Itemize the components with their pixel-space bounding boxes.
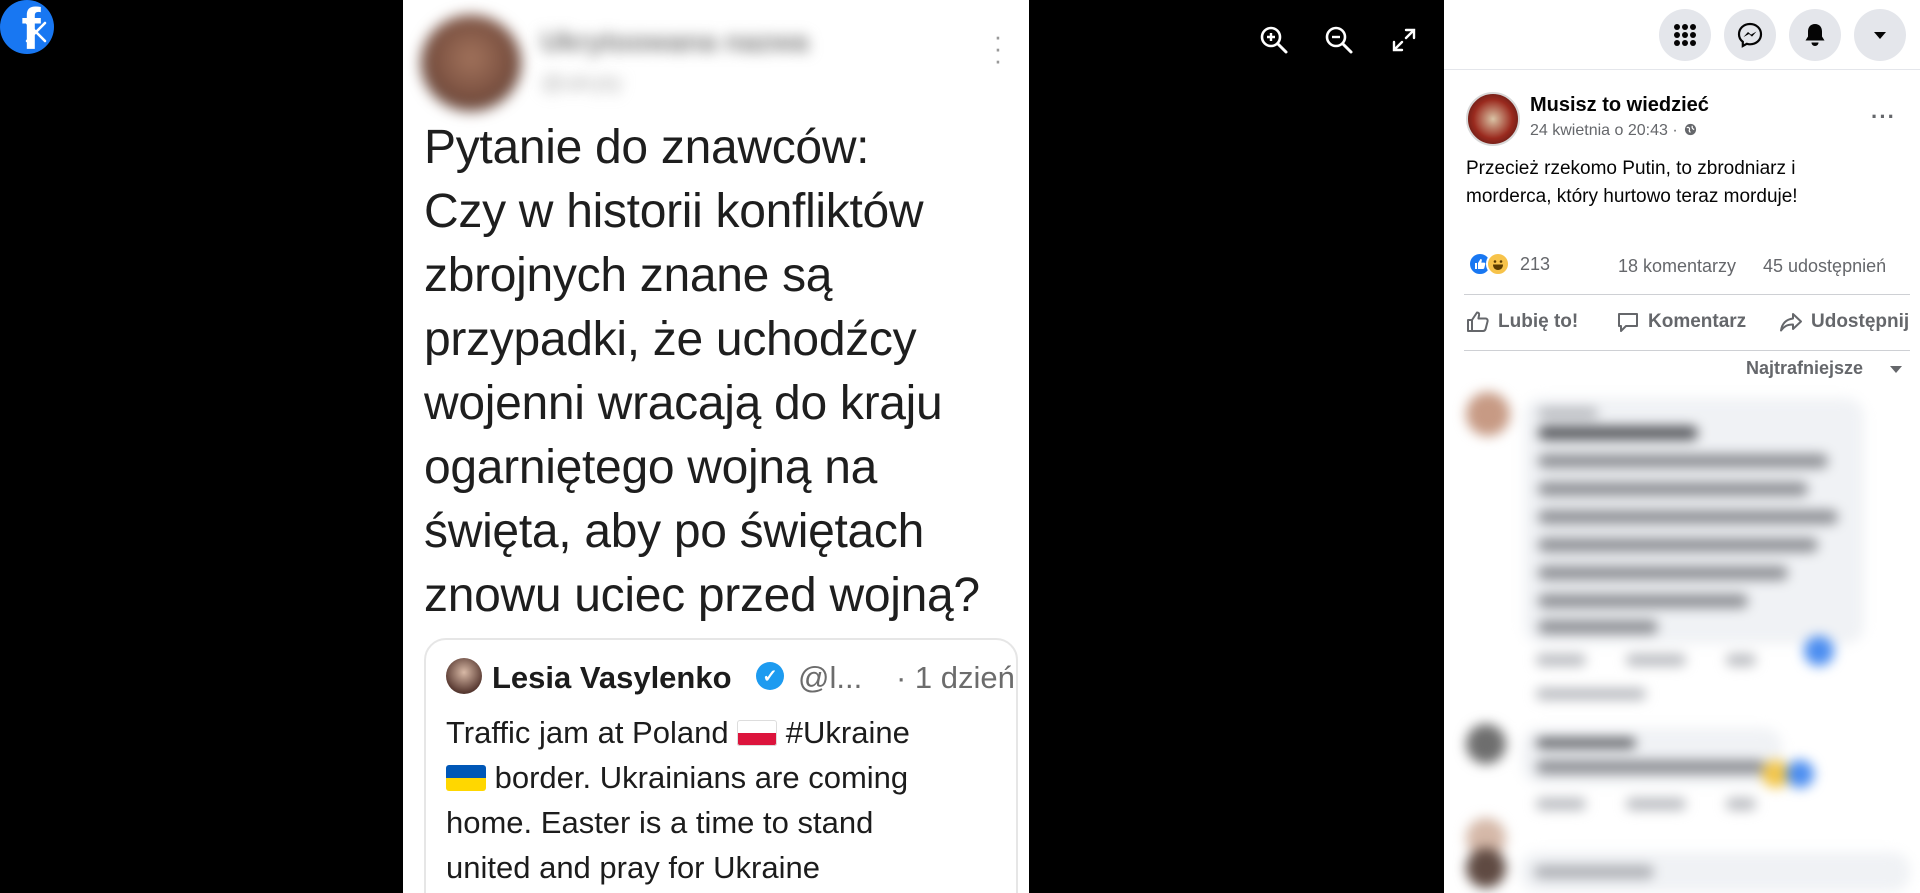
tweet-author-avatar — [421, 15, 521, 111]
comment-meta[interactable] — [1536, 798, 1586, 810]
comment-reaction-icon — [1786, 760, 1814, 788]
menu-grid-icon — [1674, 24, 1696, 46]
tweet-text-line: wojenni wracają do kraju — [424, 377, 943, 430]
notifications-bell-icon — [1805, 24, 1825, 46]
notifications-button[interactable] — [1789, 9, 1841, 61]
post-image: Ukrytoowana nazwa @ukryty · · · Pytanie do… — [403, 0, 1029, 893]
divider — [1464, 294, 1910, 295]
quoted-text-line: border. Ukrainians are coming — [486, 760, 909, 795]
account-menu-button[interactable] — [1854, 9, 1906, 61]
comment-input[interactable] — [1520, 852, 1910, 892]
comment-label: Komentarz — [1648, 311, 1747, 332]
quoted-author-handle: @l... — [798, 660, 863, 695]
comment-meta[interactable] — [1536, 654, 1586, 666]
tweet-text-line: ogarniętego wojną na — [424, 441, 878, 494]
comment-bubble — [1522, 728, 1782, 784]
comment-bubble — [1524, 398, 1864, 644]
comment-reaction-icon — [1804, 636, 1834, 666]
account-dropdown-icon — [1874, 32, 1886, 39]
post-options-icon[interactable]: ··· — [1871, 104, 1896, 130]
post-timestamp[interactable]: 24 kwietnia o 20:43 · — [1530, 122, 1678, 139]
post-text: Przecież rzekomo Putin, to zbrodniarz i … — [1466, 158, 1798, 207]
comment-meta[interactable] — [1726, 654, 1756, 666]
tweet-text-line: Czy w historii konfliktów — [424, 185, 924, 238]
tweet-text-line: zbrojnych znane są — [424, 249, 833, 302]
quoted-text-line: Traffic jam at Poland — [446, 715, 738, 750]
tweet-author-handle-blurred: @ukryty — [541, 70, 623, 95]
messenger-button[interactable] — [1724, 9, 1776, 61]
thumbs-up-icon — [1467, 311, 1489, 332]
ukraine-flag-icon — [446, 765, 486, 791]
menu-button[interactable] — [1659, 9, 1711, 61]
zoom-in-icon — [1260, 26, 1288, 54]
tweet-text-line: święta, aby po świętach — [424, 505, 925, 558]
reactions-count[interactable]: 213 — [1520, 254, 1550, 275]
quoted-text-line: home. Easter is a time to stand — [446, 805, 874, 840]
quoted-author-avatar — [446, 658, 482, 694]
tweet-more-icon: · · · — [993, 21, 1003, 75]
photo-viewer: f Ukrytoowana nazwa @ukryty · · · Pytanie … — [0, 0, 1444, 893]
comment-sort-dropdown[interactable]: Najtrafniejsze — [1746, 358, 1863, 379]
tweet-text: Pytanie do znawców: Czy w historii konfl… — [424, 116, 1024, 628]
messenger-icon — [1737, 22, 1763, 48]
zoom-in-button[interactable] — [1254, 20, 1294, 60]
comment-avatar[interactable] — [1466, 848, 1506, 888]
comment-icon — [1618, 313, 1638, 332]
share-button[interactable]: Udostępnij — [1779, 310, 1909, 334]
tweet-text-line: znowu uciec przed wojną? — [424, 569, 980, 622]
tweet-text-line: Pytanie do znawców: — [424, 121, 870, 174]
page-avatar[interactable] — [1466, 92, 1520, 146]
fullscreen-button[interactable] — [1384, 20, 1424, 60]
share-label: Udostępnij — [1811, 311, 1910, 332]
haha-reaction-icon — [1486, 252, 1510, 276]
shares-count[interactable]: 45 udostępnień — [1763, 256, 1886, 277]
comment-meta[interactable] — [1626, 654, 1686, 666]
fullscreen-icon — [1392, 28, 1416, 52]
post-author-name[interactable]: Musisz to wiedzieć — [1530, 94, 1709, 117]
quoted-text-line: united and pray for Ukraine — [446, 850, 820, 885]
comment-meta[interactable] — [1536, 688, 1646, 700]
comment-meta[interactable] — [1726, 798, 1756, 810]
like-label: Lubię to! — [1498, 311, 1579, 332]
top-header — [1444, 0, 1920, 70]
comment-button[interactable]: Komentarz — [1616, 310, 1746, 334]
like-button[interactable]: Lubię to! — [1466, 310, 1578, 334]
quoted-author-name: Lesia Vasylenko — [492, 660, 732, 695]
poland-flag-icon — [737, 720, 778, 746]
zoom-out-button[interactable] — [1319, 20, 1359, 60]
globe-icon — [1685, 123, 1697, 136]
post-sidebar: Musisz to wiedzieć 24 kwietnia o 20:43 ·… — [1444, 0, 1920, 893]
facebook-logo-letter: f — [21, 0, 41, 55]
zoom-out-icon — [1325, 26, 1353, 54]
divider — [1464, 350, 1910, 351]
comment-avatar[interactable] — [1466, 724, 1506, 764]
verified-badge-icon: ✓ — [756, 662, 784, 690]
chevron-down-icon[interactable] — [1890, 366, 1902, 373]
quoted-tweet: Lesia Vasylenko ✓ @l... · 1 dzień Traffi… — [424, 638, 1018, 893]
post-date[interactable]: 24 kwietnia o 20:43 · — [1530, 122, 1697, 140]
reactions-summary[interactable]: 213 — [1468, 252, 1550, 276]
comments-count[interactable]: 18 komentarzy — [1618, 256, 1736, 277]
share-icon — [1780, 313, 1802, 332]
quoted-tweet-text: Traffic jam at Poland #Ukraine border. U… — [446, 710, 1006, 890]
tweet-text-line: przypadki, że uchodźcy — [424, 313, 917, 366]
quoted-tweet-time: · 1 dzień — [896, 660, 1015, 695]
comment-meta[interactable] — [1626, 798, 1686, 810]
comment-avatar[interactable] — [1466, 392, 1510, 436]
quoted-text-line: #Ukraine — [777, 715, 910, 750]
tweet-author-name-blurred: Ukrytoowana nazwa — [541, 26, 809, 57]
